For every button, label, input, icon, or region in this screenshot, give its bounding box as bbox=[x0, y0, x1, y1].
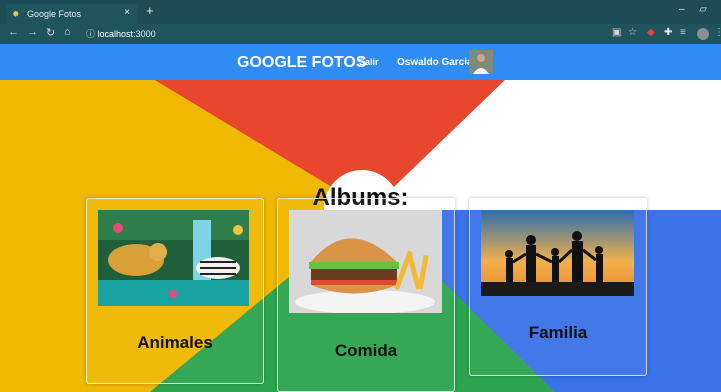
album-card-animales[interactable]: Animales bbox=[86, 198, 264, 384]
album-label-comida[interactable]: Comida bbox=[278, 341, 454, 361]
app-page: GOOGLE FOTOS Salir Oswaldo Garcia Albums… bbox=[0, 44, 721, 392]
album-label-animales[interactable]: Animales bbox=[87, 333, 263, 353]
album-image-familia[interactable] bbox=[481, 210, 634, 296]
browser-tab[interactable]: ✸ Google Fotos × bbox=[6, 4, 138, 24]
album-image-animales[interactable] bbox=[98, 210, 249, 306]
puzzle-icon[interactable]: ✚ bbox=[664, 27, 672, 38]
browser-toolbar: ← → ↻ ⌂ ⓘ localhost:3000 ▣ ☆ ◆ ✚ ≡ ⋮ bbox=[0, 24, 721, 44]
tab-close-icon[interactable]: × bbox=[124, 7, 130, 18]
album-label-familia[interactable]: Familia bbox=[470, 323, 646, 343]
back-icon[interactable]: ← bbox=[8, 26, 19, 38]
reading-list-icon[interactable]: ≡ bbox=[680, 27, 686, 38]
app-header: GOOGLE FOTOS Salir Oswaldo Garcia bbox=[0, 44, 721, 80]
forward-icon[interactable]: → bbox=[27, 26, 38, 38]
address-bar[interactable]: ⓘ localhost:3000 bbox=[86, 27, 156, 40]
album-card-comida[interactable]: Comida bbox=[277, 198, 455, 392]
brand-title[interactable]: GOOGLE FOTOS bbox=[237, 54, 367, 72]
home-icon[interactable]: ⌂ bbox=[64, 26, 71, 38]
user-name[interactable]: Oswaldo Garcia bbox=[397, 57, 473, 68]
reload-icon[interactable]: ↻ bbox=[46, 26, 55, 39]
profile-avatar-icon[interactable] bbox=[697, 28, 709, 40]
address-port: :3000 bbox=[133, 29, 156, 39]
extension-icon[interactable]: ◆ bbox=[647, 27, 655, 38]
address-host: localhost bbox=[97, 29, 134, 39]
logout-link[interactable]: Salir bbox=[359, 57, 379, 67]
info-icon[interactable]: ⓘ bbox=[86, 29, 95, 39]
favicon-icon: ✸ bbox=[12, 8, 20, 19]
translate-icon[interactable]: ▣ bbox=[612, 27, 621, 38]
new-tab-button[interactable]: + bbox=[146, 3, 154, 18]
star-icon[interactable]: ☆ bbox=[628, 27, 637, 38]
tab-title: Google Fotos bbox=[27, 9, 82, 19]
menu-icon[interactable]: ⋮ bbox=[714, 27, 721, 38]
album-image-comida[interactable] bbox=[289, 210, 442, 313]
window-controls[interactable]: – ▱ bbox=[679, 4, 713, 15]
browser-tab-bar: ✸ Google Fotos × + – ▱ bbox=[0, 0, 721, 24]
user-avatar[interactable] bbox=[469, 50, 493, 74]
album-card-familia[interactable]: Familia bbox=[469, 198, 647, 376]
